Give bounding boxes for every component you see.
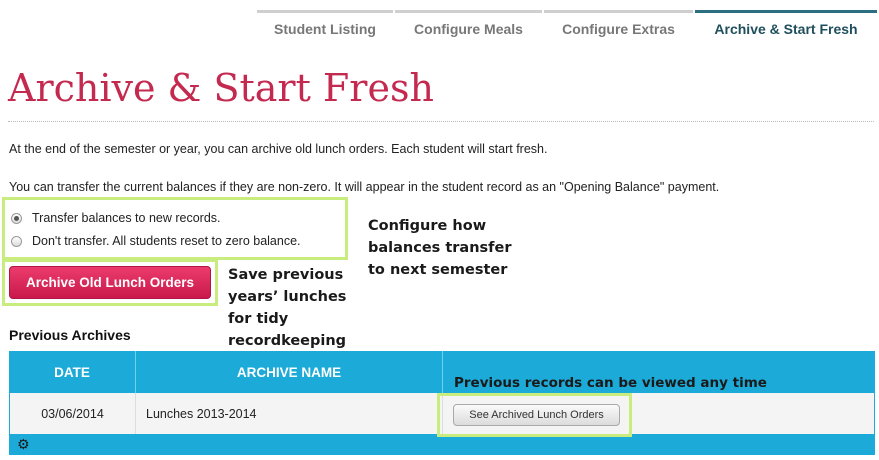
annotation-configure: Configure how balances transfer to next … — [368, 218, 512, 278]
annotation-save: Save previous years’ lunches for tidy re… — [228, 267, 347, 349]
annotation-view: Previous records can be viewed any time — [454, 375, 767, 391]
option-reset-balances[interactable]: Don't transfer. All students reset to ze… — [11, 234, 301, 248]
archive-button-highlight: Archive Old Lunch Orders — [2, 259, 218, 306]
column-date: DATE — [9, 351, 136, 393]
transfer-note: You can transfer the current balances if… — [9, 180, 720, 194]
view-button-highlight: See Archived Lunch Orders — [437, 393, 632, 437]
tab-configure-meals[interactable]: Configure Meals — [395, 10, 542, 44]
intro-text: At the end of the semester or year, you … — [9, 142, 548, 156]
tab-archive-start-fresh[interactable]: Archive & Start Fresh — [695, 10, 877, 44]
cell-archive-name: Lunches 2013-2014 — [136, 393, 443, 434]
title-divider — [8, 121, 874, 122]
cell-date: 03/06/2014 — [10, 393, 136, 434]
radio-reset[interactable] — [11, 235, 22, 247]
gear-icon[interactable]: ⚙ — [17, 434, 30, 454]
tab-configure-extras[interactable]: Configure Extras — [544, 10, 693, 44]
option-transfer-balances[interactable]: Transfer balances to new records. — [11, 211, 221, 225]
option-reset-label: Don't transfer. All students reset to ze… — [32, 234, 301, 248]
transfer-options-highlight: Transfer balances to new records. Don't … — [2, 197, 348, 260]
tab-student-listing[interactable]: Student Listing — [257, 10, 393, 44]
radio-transfer[interactable] — [11, 212, 22, 224]
page-title: Archive & Start Fresh — [8, 66, 434, 110]
previous-archives-heading: Previous Archives — [9, 327, 131, 343]
nav-tabs: Student Listing Configure Meals Configur… — [257, 10, 879, 44]
see-archived-lunch-orders-button[interactable]: See Archived Lunch Orders — [453, 404, 620, 426]
option-transfer-label: Transfer balances to new records. — [32, 211, 221, 225]
archive-old-lunch-orders-button[interactable]: Archive Old Lunch Orders — [9, 266, 211, 299]
column-archive-name: ARCHIVE NAME — [136, 351, 443, 393]
